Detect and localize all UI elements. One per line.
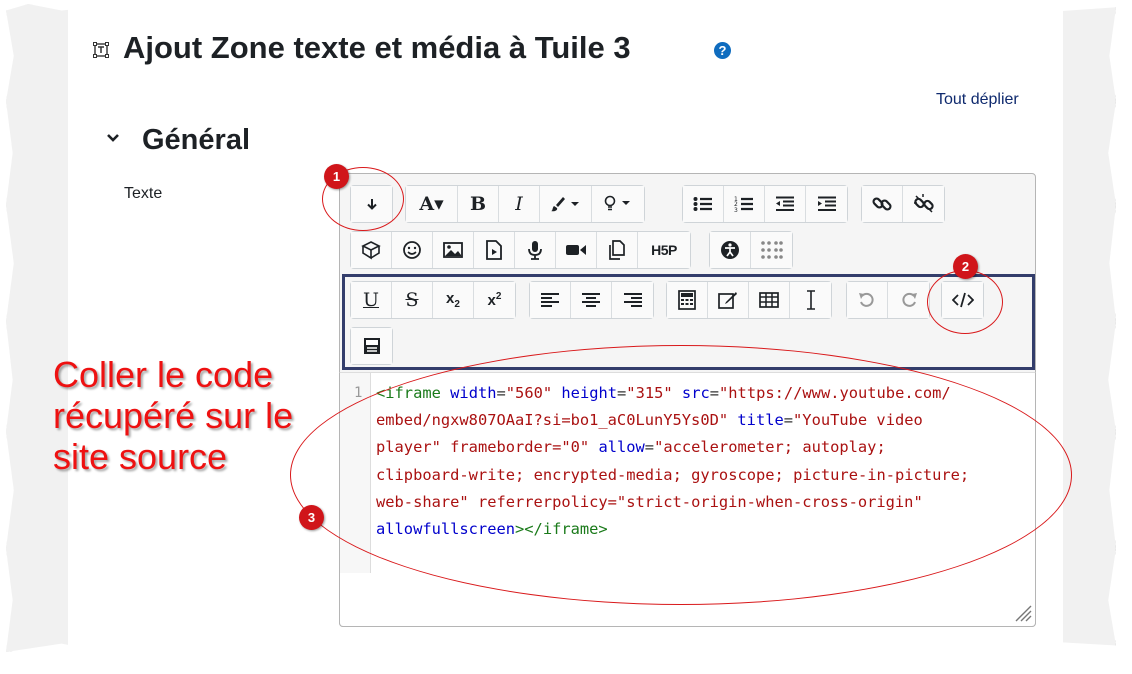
toolbar-group-style: A▾ B I: [405, 185, 645, 223]
microphone-icon: [528, 241, 542, 260]
callout-line: récupéré sur le: [53, 395, 294, 436]
media-button[interactable]: [474, 232, 515, 268]
bold-icon: B: [469, 193, 487, 215]
lightbulb-icon: [604, 195, 630, 211]
image-icon: [443, 242, 463, 258]
bold-button[interactable]: B: [458, 186, 499, 222]
record-video-button[interactable]: [556, 232, 597, 268]
indent-icon: [817, 196, 836, 211]
link-icon: [872, 197, 892, 211]
callout-line: site source: [53, 436, 228, 477]
bullet-list-button[interactable]: [683, 186, 724, 222]
annotation-circle-2: [927, 270, 1003, 334]
outdent-icon: [776, 196, 794, 211]
record-audio-button[interactable]: [515, 232, 556, 268]
bullet-list-icon: [693, 197, 712, 211]
video-icon: [566, 245, 586, 255]
numbered-list-button[interactable]: 123: [724, 186, 765, 222]
braille-icon: [760, 241, 783, 259]
italic-icon: I: [515, 193, 523, 215]
svg-text:3: 3: [734, 207, 738, 213]
annotation-badge-1: 1: [324, 164, 349, 189]
italic-button[interactable]: I: [499, 186, 540, 222]
expand-all-link[interactable]: Tout déplier: [936, 91, 1019, 109]
toolbar-group-links: [861, 185, 945, 223]
emoji-icon: [403, 241, 421, 259]
toolbar-group-accessibility: [709, 231, 793, 269]
unlink-button[interactable]: [903, 186, 944, 222]
brush-icon: [550, 197, 579, 212]
accessibility-icon: [721, 241, 739, 259]
field-label: Texte: [124, 185, 163, 202]
question-circle-icon[interactable]: ?: [714, 42, 731, 59]
font-button[interactable]: A▾: [406, 186, 458, 222]
font-icon: A▾: [419, 193, 444, 215]
annotation-ellipse-3: [290, 345, 1072, 605]
annotation-badge-2: 2: [953, 254, 978, 279]
manage-files-icon: [609, 240, 625, 260]
unlink-icon: [913, 194, 934, 213]
text-field-icon: [93, 42, 109, 58]
toolbar-group-lists: 123: [682, 185, 848, 223]
outdent-button[interactable]: [765, 186, 806, 222]
link-button[interactable]: [862, 186, 903, 222]
media-file-icon: [486, 240, 502, 260]
numbered-list-icon: 123: [734, 196, 753, 213]
annotation-callout: Coller le code récupéré sur le site sour…: [53, 354, 323, 477]
callout-line: Coller le code: [53, 354, 274, 395]
resize-handle-icon[interactable]: [1012, 602, 1032, 622]
highlight-button[interactable]: [592, 186, 644, 222]
h5p-icon: H5P: [651, 242, 677, 258]
page-title: Ajout Zone texte et média à Tuile 3: [123, 30, 631, 65]
text-color-button[interactable]: [540, 186, 592, 222]
braille-button[interactable]: [751, 232, 792, 268]
chevron-down-icon[interactable]: [106, 131, 120, 145]
line-number: 1: [354, 385, 363, 401]
manage-files-button[interactable]: [597, 232, 638, 268]
section-title[interactable]: Général: [142, 124, 250, 157]
toolbar-group-insert: H5P: [350, 231, 691, 269]
h5p-button[interactable]: H5P: [638, 232, 690, 268]
block-button[interactable]: [351, 232, 392, 268]
indent-button[interactable]: [806, 186, 847, 222]
image-button[interactable]: [433, 232, 474, 268]
block-icon: [361, 241, 381, 260]
accessibility-checker-button[interactable]: [710, 232, 751, 268]
emoji-button[interactable]: [392, 232, 433, 268]
annotation-badge-3: 3: [299, 505, 324, 530]
